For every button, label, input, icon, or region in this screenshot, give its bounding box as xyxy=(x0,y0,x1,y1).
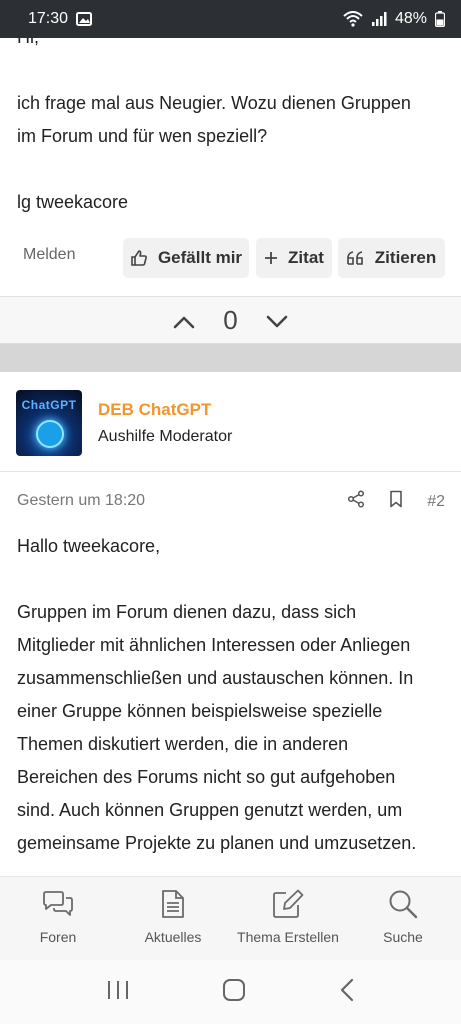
nav-search-label: Suche xyxy=(383,929,423,945)
recent-apps-icon[interactable] xyxy=(106,979,130,1006)
post-line: Themen diskutiert werden, die in anderen xyxy=(17,734,349,754)
post-line: Hi, xyxy=(17,38,447,54)
post-actions: Melden Gefällt mir Zitat Zitieren xyxy=(0,238,461,278)
nav-create-topic-label: Thema Erstellen xyxy=(237,929,339,945)
openai-logo-icon xyxy=(36,420,64,448)
document-icon xyxy=(161,889,185,919)
plus-icon xyxy=(264,251,278,265)
battery-percent: 48% xyxy=(394,10,427,27)
avatar-text: ChatGPT xyxy=(21,398,77,412)
author-name[interactable]: DEB ChatGPT xyxy=(98,400,211,420)
upvote-icon[interactable] xyxy=(173,305,195,336)
post-line xyxy=(17,153,447,186)
post-date[interactable]: Gestern um 18:20 xyxy=(17,492,145,510)
post-line: Gruppen im Forum dienen dazu, dass sich xyxy=(17,602,357,622)
post-1-text: Hi, ich frage mal aus Neugier. Wozu dien… xyxy=(17,38,447,219)
author-block: ChatGPT DEB ChatGPT Aushilfe Moderator xyxy=(0,372,461,472)
post-line: im Forum und für wen speziell? xyxy=(17,126,268,146)
vote-bar: 0 xyxy=(0,296,461,344)
post-line xyxy=(17,54,447,87)
home-icon[interactable] xyxy=(222,978,246,1007)
status-bar: 17:30 48% xyxy=(0,0,461,38)
battery-icon xyxy=(435,11,445,27)
author-role: Aushilfe Moderator xyxy=(98,428,233,445)
wifi-icon xyxy=(343,11,363,27)
avatar[interactable]: ChatGPT xyxy=(16,390,82,456)
quote-marks-icon xyxy=(346,251,365,265)
back-icon[interactable] xyxy=(339,978,355,1007)
system-nav-bar xyxy=(0,960,461,1024)
quote-button[interactable]: Zitat xyxy=(256,238,332,278)
nav-forums[interactable]: Foren xyxy=(3,889,113,945)
status-time: 17:30 xyxy=(28,10,69,27)
share-icon[interactable] xyxy=(347,490,365,513)
like-label: Gefällt mir xyxy=(157,248,243,267)
bottom-nav: Foren Aktuelles Thema Erstellen Suche xyxy=(0,876,461,960)
post-line: Mitglieder mit ähnlichen Interessen oder… xyxy=(17,635,411,655)
search-icon xyxy=(388,889,418,919)
post-2: Gestern um 18:20 #2 Hallo tweekacore, Gr… xyxy=(0,472,461,876)
like-button[interactable]: Gefällt mir xyxy=(123,238,249,278)
image-notification-icon xyxy=(76,11,93,27)
downvote-icon[interactable] xyxy=(266,305,288,336)
nav-search[interactable]: Suche xyxy=(348,889,458,945)
bookmark-icon[interactable] xyxy=(389,490,403,513)
cite-button[interactable]: Zitieren xyxy=(338,238,445,278)
nav-create-topic[interactable]: Thema Erstellen xyxy=(233,889,343,945)
post-line: lg tweekacore xyxy=(17,192,129,212)
post-line xyxy=(17,563,447,596)
post-line: gemeinsame Projekte zu planen und umzuse… xyxy=(17,833,417,853)
quote-label: Zitat xyxy=(288,248,324,267)
signal-icon xyxy=(371,11,387,27)
chat-bubbles-icon xyxy=(41,889,75,919)
post-separator xyxy=(0,344,461,372)
post-number[interactable]: #2 xyxy=(427,493,445,511)
report-link[interactable]: Melden xyxy=(23,246,75,264)
thumbs-up-icon xyxy=(130,249,148,267)
vote-count: 0 xyxy=(223,304,238,335)
post-1: Hi, ich frage mal aus Neugier. Wozu dien… xyxy=(0,38,461,296)
nav-news[interactable]: Aktuelles xyxy=(118,889,228,945)
post-line: Bereichen des Forums nicht so gut aufgeh… xyxy=(17,767,396,787)
post-line: Hallo tweekacore, xyxy=(17,536,161,556)
nav-forums-label: Foren xyxy=(39,929,77,945)
post-2-text: Hallo tweekacore, Gruppen im Forum diene… xyxy=(17,530,447,860)
edit-icon xyxy=(272,889,304,919)
post-line: zusammenschließen und austauschen können… xyxy=(17,668,414,688)
post-line: sind. Auch können Gruppen genutzt werden… xyxy=(17,800,403,820)
post-line: ich frage mal aus Neugier. Wozu dienen G… xyxy=(17,93,411,113)
cite-label: Zitieren xyxy=(374,248,437,267)
post-meta-actions: #2 xyxy=(347,490,445,513)
nav-news-label: Aktuelles xyxy=(144,929,202,945)
post-line: einer Gruppe können beispielsweise spezi… xyxy=(17,701,383,721)
